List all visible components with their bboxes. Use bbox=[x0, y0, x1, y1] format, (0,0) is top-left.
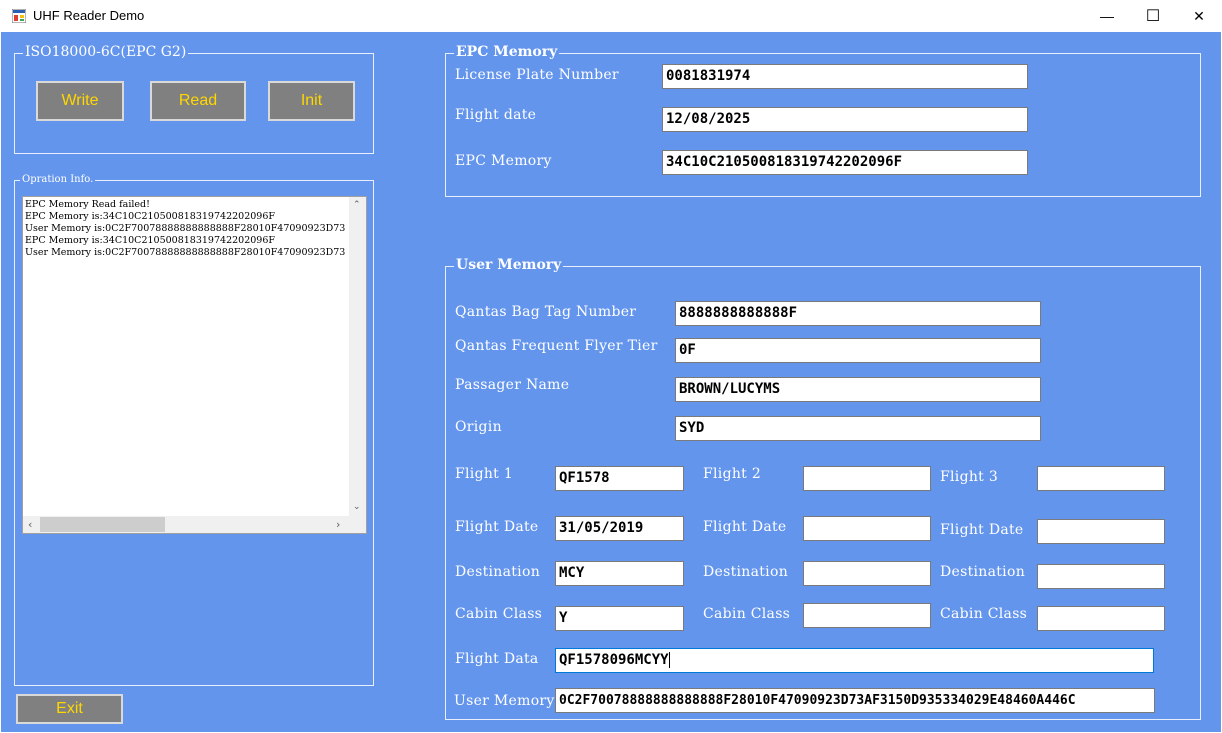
epc-memory-input[interactable]: 34C10C210500818319742202096F bbox=[662, 150, 1028, 175]
cabin-class3-input[interactable] bbox=[1037, 606, 1165, 631]
info-group-legend: Opration Info. bbox=[20, 174, 96, 185]
minimize-icon: — bbox=[1100, 8, 1114, 24]
log-line: EPC Memory is:34C10C21050081831974220209… bbox=[25, 235, 275, 246]
flight-data-input[interactable]: QF1578096MCYY bbox=[555, 648, 1154, 673]
destination2-input[interactable] bbox=[803, 561, 931, 586]
bag-tag-input[interactable]: 8888888888888F bbox=[675, 301, 1041, 326]
log-vertical-scrollbar[interactable]: ⌃ ⌄ bbox=[349, 197, 366, 517]
init-button[interactable]: Init bbox=[268, 81, 355, 121]
destination1-input[interactable]: MCY bbox=[555, 561, 684, 586]
passenger-name-label: Passager Name bbox=[455, 377, 570, 393]
flight2-input[interactable] bbox=[803, 466, 931, 491]
scroll-right-icon[interactable]: › bbox=[336, 518, 340, 531]
log-horizontal-scrollbar[interactable]: ‹ › bbox=[23, 516, 349, 533]
title-bar: UHF Reader Demo — ☐ ✕ bbox=[0, 0, 1222, 32]
maximize-button[interactable]: ☐ bbox=[1130, 0, 1176, 32]
app-icon bbox=[12, 9, 26, 23]
flight-data-label: Flight Data bbox=[455, 651, 539, 667]
epc-group-legend: EPC Memory bbox=[454, 44, 560, 60]
window-title: UHF Reader Demo bbox=[33, 8, 145, 23]
close-icon: ✕ bbox=[1193, 7, 1205, 24]
destination3-input[interactable] bbox=[1037, 564, 1165, 589]
log-line: User Memory is:0C2F70078888888888888F280… bbox=[25, 247, 346, 258]
passenger-name-input[interactable]: BROWN/LUCYMS bbox=[675, 377, 1041, 402]
user-group-legend: User Memory bbox=[454, 257, 564, 273]
ff-tier-input[interactable]: 0F bbox=[675, 338, 1041, 363]
log-line: EPC Memory is:34C10C21050081831974220209… bbox=[25, 211, 275, 222]
log-line: User Memory is:0C2F70078888888888888F280… bbox=[25, 223, 346, 234]
write-button[interactable]: Write bbox=[36, 81, 124, 121]
read-button[interactable]: Read bbox=[150, 81, 246, 121]
maximize-icon: ☐ bbox=[1145, 8, 1161, 25]
cabin-class2-label: Cabin Class bbox=[703, 606, 791, 622]
close-button[interactable]: ✕ bbox=[1176, 0, 1222, 32]
flight2-label: Flight 2 bbox=[703, 466, 762, 482]
flight-date-input[interactable]: 12/08/2025 bbox=[662, 107, 1028, 132]
flight-date1-input[interactable]: 31/05/2019 bbox=[555, 516, 684, 541]
origin-label: Origin bbox=[455, 419, 502, 435]
cabin-class1-label: Cabin Class bbox=[455, 606, 543, 622]
log-line: EPC Memory Read failed! bbox=[25, 199, 150, 210]
user-memory-input[interactable]: 0C2F70078888888888888F28010F47090923D73A… bbox=[555, 688, 1155, 713]
flight-date1-label: Flight Date bbox=[455, 519, 539, 535]
flight-date2-label: Flight Date bbox=[703, 519, 787, 535]
flight1-label: Flight 1 bbox=[455, 466, 514, 482]
flight-date2-input[interactable] bbox=[803, 516, 931, 541]
cabin-class2-input[interactable] bbox=[803, 603, 931, 628]
bag-tag-label: Qantas Bag Tag Number bbox=[455, 304, 637, 320]
scroll-down-icon[interactable]: ⌄ bbox=[353, 502, 361, 512]
cabin-class1-input[interactable]: Y bbox=[555, 606, 684, 631]
scroll-corner bbox=[349, 516, 366, 533]
epc-memory-label: EPC Memory bbox=[455, 153, 552, 169]
horizontal-scroll-thumb[interactable] bbox=[40, 517, 165, 532]
exit-button[interactable]: Exit bbox=[16, 694, 123, 724]
iso-group-legend: ISO18000-6C(EPC G2) bbox=[23, 44, 189, 60]
flight3-label: Flight 3 bbox=[940, 469, 999, 485]
license-plate-label: License Plate Number bbox=[455, 67, 619, 83]
scroll-left-icon[interactable]: ‹ bbox=[28, 518, 32, 531]
log-text: EPC Memory Read failed! EPC Memory is:34… bbox=[25, 199, 347, 259]
operation-log[interactable]: EPC Memory Read failed! EPC Memory is:34… bbox=[22, 196, 367, 534]
flight-date3-label: Flight Date bbox=[940, 522, 1024, 538]
destination1-label: Destination bbox=[455, 564, 541, 580]
minimize-button[interactable]: — bbox=[1084, 0, 1130, 32]
flight1-input[interactable]: QF1578 bbox=[555, 466, 684, 491]
origin-input[interactable]: SYD bbox=[675, 416, 1041, 441]
flight-date-label: Flight date bbox=[455, 107, 537, 123]
user-memory-label: User Memory bbox=[454, 693, 555, 709]
flight3-input[interactable] bbox=[1037, 466, 1165, 491]
license-plate-input[interactable]: 0081831974 bbox=[662, 64, 1028, 89]
flight-date3-input[interactable] bbox=[1037, 519, 1165, 544]
flight-data-text: QF1578096MCYY bbox=[559, 652, 669, 668]
destination3-label: Destination bbox=[940, 564, 1026, 580]
cabin-class3-label: Cabin Class bbox=[940, 606, 1028, 622]
ff-tier-label: Qantas Frequent Flyer Tier bbox=[455, 338, 658, 354]
text-caret bbox=[668, 652, 670, 668]
client-area: ISO18000-6C(EPC G2) Write Read Init Opra… bbox=[1, 32, 1221, 732]
destination2-label: Destination bbox=[703, 564, 789, 580]
scroll-up-icon[interactable]: ⌃ bbox=[353, 200, 361, 210]
